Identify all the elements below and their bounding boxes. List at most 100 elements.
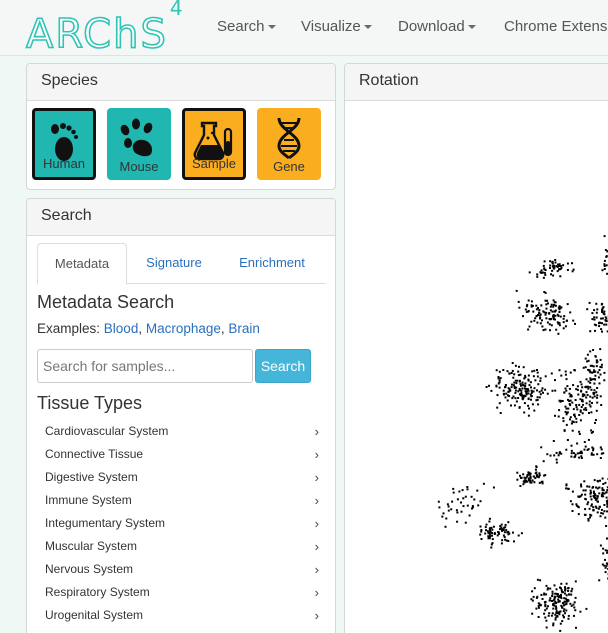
search-button[interactable]: Search: [255, 349, 311, 383]
species-mouse-button[interactable]: Mouse: [107, 108, 171, 180]
scatter-point: [569, 399, 572, 402]
species-human-button[interactable]: Human: [32, 108, 96, 180]
scatter-point: [600, 363, 603, 366]
scatter-point: [550, 324, 553, 327]
example-macrophage-link[interactable]: Macrophage: [146, 321, 221, 336]
scatter-point: [508, 395, 511, 398]
tissue-item-muscular[interactable]: Muscular System ›: [37, 536, 327, 559]
tissue-item-respiratory[interactable]: Respiratory System ›: [37, 582, 327, 605]
scatter-point: [456, 498, 459, 501]
scatter-point: [485, 529, 487, 532]
scatter-point: [438, 506, 441, 509]
scatter-point: [462, 497, 465, 500]
scatter-point: [531, 590, 534, 593]
scatter-point: [500, 523, 503, 526]
scatter-point: [551, 612, 554, 615]
scatter-point: [587, 385, 590, 388]
scatter-point: [555, 451, 558, 454]
scatter-point: [574, 322, 576, 325]
tissue-item-label: Integumentary System: [45, 516, 166, 530]
scatter-point: [498, 379, 501, 382]
scatter-point: [552, 607, 555, 610]
scatter-point: [600, 448, 603, 451]
scatter-point: [504, 538, 507, 541]
scatter-point: [552, 274, 555, 277]
scatter-point: [571, 262, 573, 265]
scatter-point: [578, 456, 581, 459]
tissue-item-digestive[interactable]: Digestive System ›: [37, 467, 327, 490]
scatter-point: [599, 366, 602, 368]
scatter-point: [602, 483, 605, 485]
example-brain-link[interactable]: Brain: [228, 321, 260, 336]
scatter-point: [585, 607, 588, 610]
scatter-point: [480, 529, 483, 531]
scatter-point: [571, 503, 574, 506]
scatter-point: [517, 300, 520, 303]
scatter-point: [558, 268, 561, 271]
tissue-item-immune[interactable]: Immune System ›: [37, 490, 327, 513]
scatter-point: [575, 504, 578, 507]
scatter-point: [558, 305, 561, 308]
scatter-point: [488, 384, 490, 387]
nav-search-dropdown[interactable]: Search: [217, 18, 276, 35]
scatter-point: [541, 480, 544, 483]
tab-metadata[interactable]: Metadata: [37, 243, 127, 285]
tissue-item-cardiovascular[interactable]: Cardiovascular System ›: [37, 421, 327, 444]
archs4-logo[interactable]: ARChS4: [25, 0, 182, 58]
search-panel: Search Metadata Signature Enrichment Met…: [26, 198, 336, 633]
sample-scatter-plot[interactable]: [345, 102, 608, 633]
scatter-point: [572, 319, 575, 322]
example-blood-link[interactable]: Blood: [104, 321, 139, 336]
scatter-point: [584, 445, 587, 448]
nav-chrome-extension[interactable]: Chrome Extension: [504, 18, 608, 35]
scatter-point: [592, 349, 595, 351]
tissue-item-connective[interactable]: Connective Tissue ›: [37, 444, 327, 467]
scatter-point: [573, 601, 576, 604]
scatter-point: [548, 312, 551, 315]
scatter-point: [466, 486, 469, 488]
scatter-point: [538, 472, 541, 475]
scatter-point: [525, 390, 528, 393]
scatter-point: [522, 483, 525, 486]
scatter-point: [505, 529, 508, 532]
sample-search-input[interactable]: [37, 349, 253, 383]
tab-signature[interactable]: Signature: [135, 243, 213, 284]
scatter-point: [565, 602, 568, 605]
chevron-right-icon: ›: [314, 447, 319, 462]
nav-download-dropdown[interactable]: Download: [398, 18, 476, 35]
tissue-item-nervous[interactable]: Nervous System ›: [37, 559, 327, 582]
species-gene-button[interactable]: Gene: [257, 108, 321, 180]
scatter-point: [531, 612, 534, 615]
species-sample-button[interactable]: Sample: [182, 108, 246, 180]
scatter-point: [548, 612, 551, 615]
scatter-point: [525, 305, 528, 308]
scatter-point: [571, 401, 574, 404]
scatter-point: [464, 495, 467, 498]
tissue-types-title: Tissue Types: [37, 393, 143, 413]
scatter-point: [544, 299, 547, 302]
scatter-point: [569, 404, 572, 407]
scatter-point: [555, 588, 558, 591]
tissue-item-integumentary[interactable]: Integumentary System ›: [37, 513, 327, 536]
scatter-point: [519, 485, 522, 487]
chevron-right-icon: ›: [314, 562, 319, 577]
scatter-point: [567, 487, 570, 490]
tab-enrichment[interactable]: Enrichment: [227, 243, 317, 284]
tissue-item-urogenital[interactable]: Urogenital System ›: [37, 605, 327, 628]
scatter-point: [557, 415, 560, 418]
scatter-point: [551, 389, 554, 392]
scatter-point: [586, 503, 589, 506]
scatter-point: [560, 266, 563, 269]
nav-visualize-dropdown[interactable]: Visualize: [301, 18, 372, 35]
scatter-point: [540, 593, 543, 596]
scatter-point: [601, 269, 604, 272]
scatter-point: [471, 507, 473, 510]
scatter-point: [533, 409, 536, 412]
scatter-point: [523, 476, 526, 479]
scatter-point: [577, 393, 580, 396]
scatter-point: [599, 446, 602, 449]
scatter-point: [555, 610, 558, 613]
scatter-point: [598, 579, 601, 582]
scatter-point: [528, 325, 531, 328]
scatter-point: [594, 497, 597, 500]
